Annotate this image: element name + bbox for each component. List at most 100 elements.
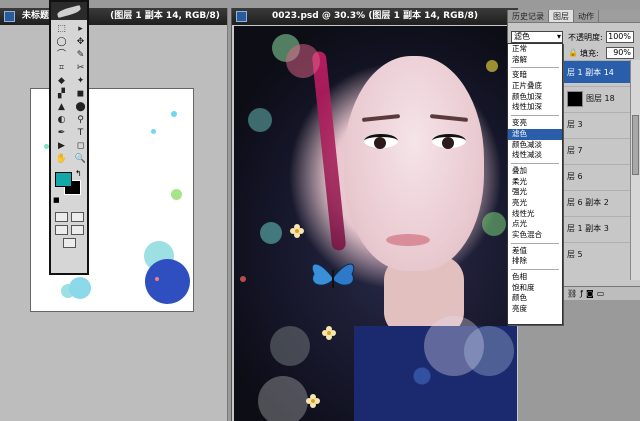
blend-mode-option[interactable]: 线性加深 (508, 102, 562, 113)
standard-mode-icon[interactable] (54, 212, 68, 222)
fill-field[interactable]: 90% (606, 47, 634, 59)
blend-mode-select[interactable]: 滤色 (511, 31, 563, 43)
blend-mode-option[interactable]: 线性减淡 (508, 150, 562, 161)
tool-button-icon[interactable]: ✦ (72, 75, 89, 87)
tab-actions[interactable]: 动作 (574, 10, 599, 22)
tool-button-icon[interactable]: ✋ (53, 153, 70, 165)
foreground-color-swatch[interactable] (55, 172, 72, 187)
tool-button-icon[interactable]: ▞ (53, 88, 70, 100)
blend-mode-option[interactable]: 亮度 (508, 304, 562, 315)
add-mask-icon[interactable]: ◙ (586, 289, 594, 298)
layer-row[interactable]: 图层 18 (563, 86, 631, 109)
blend-mode-option[interactable]: 点光 (508, 219, 562, 230)
photo-canvas[interactable] (234, 26, 517, 421)
layer-row[interactable]: 层 3 (563, 112, 631, 135)
layer-row[interactable]: 层 5 (563, 242, 631, 265)
color-swatches[interactable]: ↰ ■ (51, 169, 87, 209)
blend-mode-option[interactable]: 柔光 (508, 177, 562, 188)
tab-layers[interactable]: 图层 (549, 10, 574, 22)
tool-button-icon[interactable]: ✒ (53, 127, 70, 139)
tab-history[interactable]: 历史记录 (508, 10, 549, 22)
flower-icon (306, 394, 320, 408)
document-window-left[interactable]: 未标题 (图层 1 副本 14, RGB/8) (0, 8, 228, 421)
panel-tabs[interactable]: 历史记录 图层 动作 (508, 10, 640, 23)
swap-colors-icon[interactable]: ↰ (75, 169, 82, 178)
blend-mode-option[interactable]: 滤色 (508, 128, 562, 140)
tool-button-icon[interactable]: ◯ (53, 36, 70, 48)
blend-mode-option[interactable]: 叠加 (508, 166, 562, 177)
new-group-icon[interactable]: ▭ (597, 289, 605, 298)
blend-mode-option[interactable]: 排除 (508, 256, 562, 267)
tool-button-icon[interactable]: ⚲ (72, 114, 89, 126)
tool-button-icon[interactable]: ⬤ (72, 101, 89, 113)
tool-button-icon[interactable]: ◆ (53, 75, 70, 87)
blend-mode-option[interactable]: 正常 (508, 44, 562, 55)
screen-mode-standard-icon[interactable] (54, 225, 68, 235)
layers-scrollbar[interactable] (630, 60, 640, 280)
layer-thumbnail (567, 90, 583, 107)
layer-row[interactable]: 层 7 (563, 138, 631, 161)
tool-button-icon[interactable]: ✂ (72, 62, 89, 74)
main-doc-titlebar[interactable]: 0023.psd @ 30.3% (图层 1 副本 14, RGB/8) (232, 8, 518, 25)
tool-button-icon[interactable]: 🔍 (72, 153, 89, 165)
document-window-main[interactable]: 0023.psd @ 30.3% (图层 1 副本 14, RGB/8) (231, 8, 518, 421)
screen-mode-full-icon[interactable] (70, 225, 84, 235)
left-doc-titlebar[interactable]: 未标题 (图层 1 副本 14, RGB/8) (0, 8, 227, 25)
add-style-icon[interactable]: ƒ (580, 289, 583, 298)
blend-mode-option[interactable]: 饱和度 (508, 283, 562, 294)
tool-button-icon[interactable]: ◼ (72, 88, 89, 100)
opacity-field[interactable]: 100% (606, 31, 634, 43)
default-colors-icon[interactable]: ■ (53, 196, 60, 204)
tool-button-icon[interactable]: ◻ (72, 140, 89, 152)
blend-mode-option[interactable]: 正片叠底 (508, 81, 562, 92)
blend-mode-option[interactable]: 亮光 (508, 198, 562, 209)
toolbox-header-feather-icon[interactable] (51, 2, 87, 20)
link-layers-icon[interactable]: ⛓ (567, 289, 577, 298)
tool-button-icon[interactable]: ⌒ (53, 49, 70, 61)
blend-mode-option[interactable]: 色相 (508, 272, 562, 283)
layer-row[interactable]: 层 1 副本 14 (563, 60, 631, 83)
blend-mode-option[interactable]: 实色混合 (508, 230, 562, 241)
tool-button-icon[interactable]: ▲ (53, 101, 70, 113)
tool-button-icon[interactable]: T (72, 127, 89, 139)
layer-name: 层 3 (567, 120, 583, 129)
tool-button-icon[interactable]: ✎ (72, 49, 89, 61)
photoshop-doc-icon (4, 11, 15, 22)
layer-row[interactable]: 层 6 副本 2 (563, 190, 631, 213)
layers-panel-footer[interactable]: ⛓ ƒ ◙ ▭ (563, 286, 640, 300)
bokeh-dot (151, 129, 156, 134)
blend-mode-option[interactable]: 强光 (508, 187, 562, 198)
tool-button-icon[interactable]: ⌗ (53, 62, 70, 74)
blend-mode-option[interactable]: 颜色减淡 (508, 140, 562, 151)
blend-mode-dropdown[interactable]: 正常 溶解变暗 正片叠底 颜色加深 线性加深变亮 滤色 颜色减淡 线性减淡叠加 柔光 强光 亮光 线性… (507, 43, 563, 325)
layer-name: 层 1 副本 14 (567, 68, 614, 77)
bokeh-circle (260, 222, 282, 244)
tool-grid[interactable]: ⬚ ▸ ◯ ✥ ⌒ ✎ ⌗ ✂ ◆ ✦ ▞ ◼ ▲ ⬤ ◐ ⚲ ✒ T ▶ ◻ ✋ 🔍 (51, 20, 87, 165)
tool-button-icon[interactable]: ▶ (53, 140, 70, 152)
tool-button-icon[interactable]: ✥ (72, 36, 89, 48)
blend-mode-option[interactable]: 颜色加深 (508, 92, 562, 103)
lock-icon[interactable]: 🔒 (568, 48, 578, 57)
tool-button-icon[interactable]: ▸ (72, 23, 89, 35)
blend-mode-option[interactable]: 变暗 (508, 70, 562, 81)
jump-row[interactable] (51, 238, 87, 248)
blend-mode-option[interactable]: 颜色 (508, 293, 562, 304)
jump-to-imageready-icon[interactable] (62, 238, 76, 248)
layer-row[interactable]: 层 1 副本 3 (563, 216, 631, 239)
scrollbar-thumb[interactable] (632, 115, 639, 175)
tool-button-icon[interactable]: ⬚ (53, 23, 70, 35)
bokeh-circle (248, 108, 272, 132)
bokeh-dot (155, 277, 159, 281)
screen-mode-row[interactable] (51, 225, 87, 235)
toolbox[interactable]: ⬚ ▸ ◯ ✥ ⌒ ✎ ⌗ ✂ ◆ ✦ ▞ ◼ ▲ ⬤ ◐ ⚲ ✒ T ▶ ◻ ✋ 🔍 ↰ ■ (49, 0, 89, 275)
tool-button-icon[interactable]: ◐ (53, 114, 70, 126)
left-doc-title: 未标题 (22, 11, 50, 21)
quickmask-mode-icon[interactable] (70, 212, 84, 222)
layer-row[interactable]: 层 6 (563, 164, 631, 187)
blend-mode-option[interactable]: 变亮 (508, 118, 562, 129)
blend-mode-option[interactable]: 线性光 (508, 209, 562, 220)
blend-mode-option[interactable]: 差值 (508, 246, 562, 257)
quickmask-row[interactable] (51, 212, 87, 222)
blend-mode-option[interactable]: 溶解 (508, 55, 562, 66)
bokeh-circle (464, 326, 514, 376)
